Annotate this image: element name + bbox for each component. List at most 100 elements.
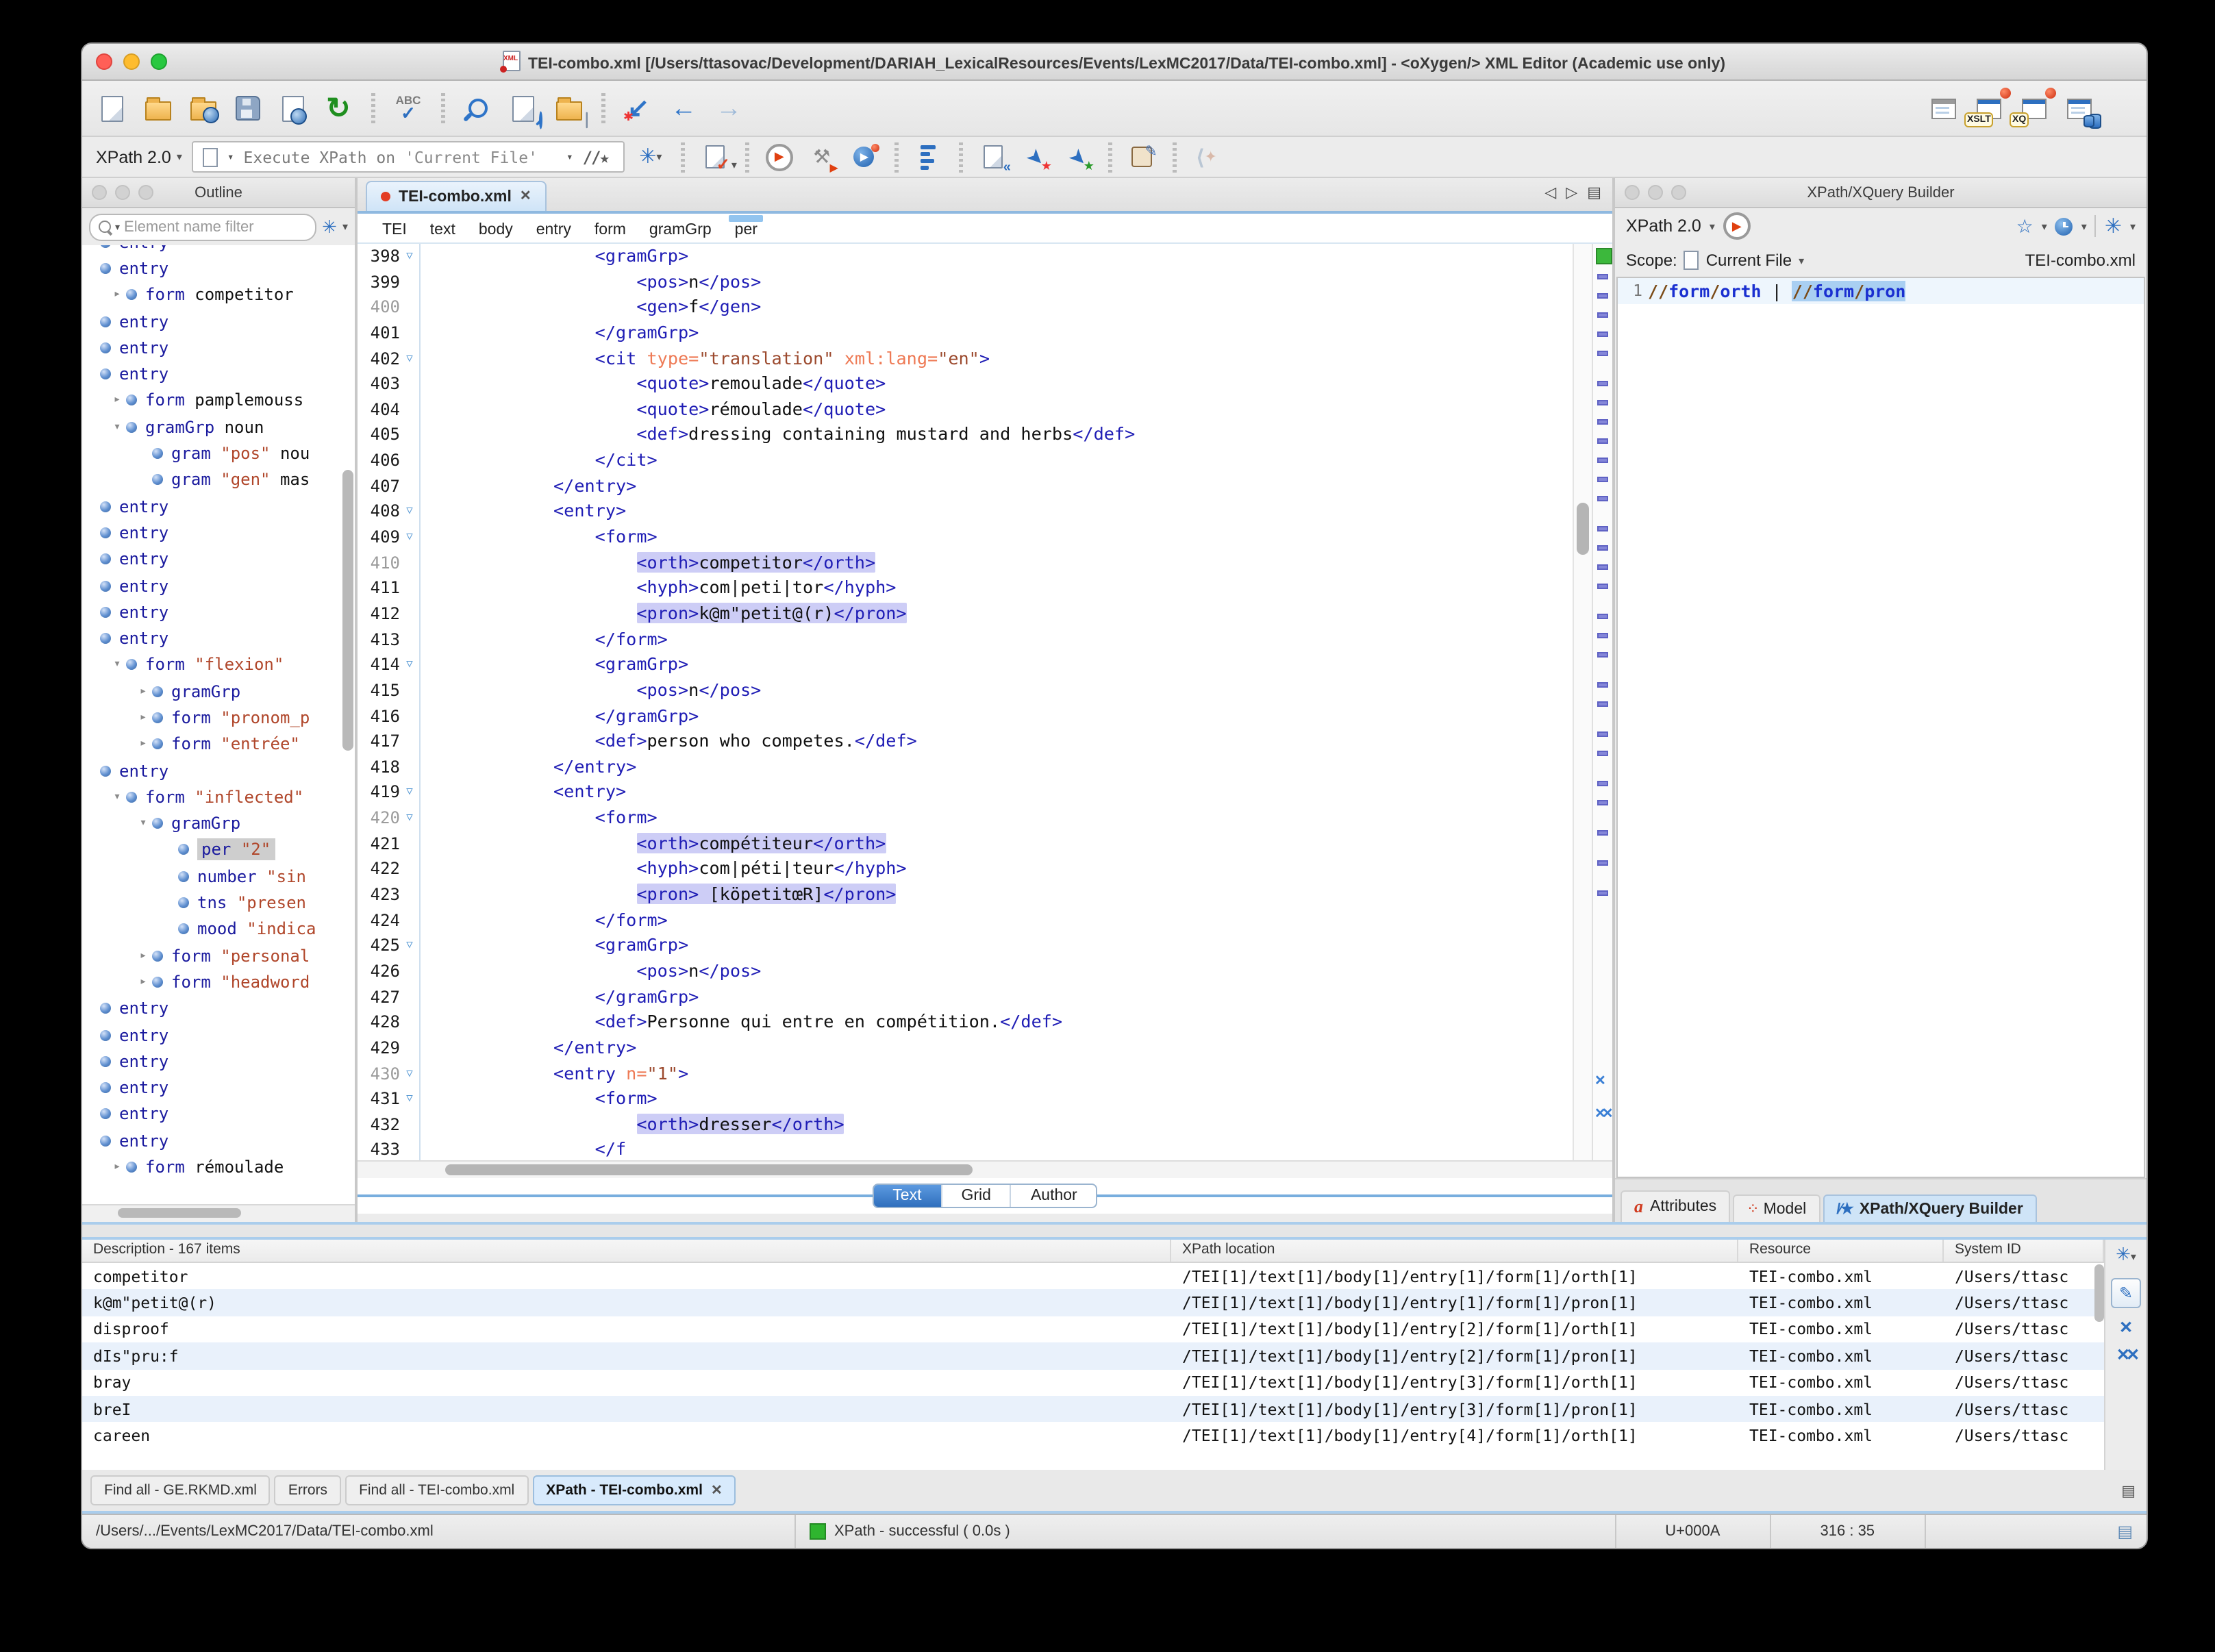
result-mark-icon[interactable] [1597, 633, 1608, 638]
code-line[interactable]: 416 </gramGrp> [358, 703, 1573, 729]
code-line[interactable]: 412 <pron>k@m"petit@(r)</pron> [358, 601, 1573, 627]
fold-icon[interactable]: ▽ [400, 346, 419, 371]
code-line[interactable]: 417 <def>person who competes.</def> [358, 729, 1573, 755]
outline-item[interactable]: entry [82, 334, 355, 361]
code-line[interactable]: 405 <def>dressing containing mustard and… [358, 422, 1573, 449]
database-perspective-button[interactable] [2063, 92, 2101, 129]
new-document-button[interactable] [96, 92, 129, 125]
apply-transformation-button[interactable]: ▶ [763, 140, 796, 173]
outline-item[interactable]: entry [82, 1022, 355, 1049]
reload-button[interactable]: ↻ [322, 92, 355, 125]
dock-tab-errors[interactable]: Errors [274, 1475, 342, 1505]
outline-item[interactable]: entry [82, 1127, 355, 1154]
result-mark-icon[interactable] [1597, 351, 1608, 356]
xpath-engine-select[interactable]: XPath 2.0 ▾ [96, 147, 182, 166]
outline-item[interactable]: entry [82, 520, 355, 547]
breadcrumb-item-TEI[interactable]: TEI [382, 218, 407, 238]
outline-item[interactable]: entry [82, 758, 355, 784]
result-row[interactable]: bray/TEI[1]/text[1]/body[1]/entry[3]/for… [82, 1369, 2104, 1396]
find-in-files-button[interactable] [507, 92, 542, 129]
fold-icon[interactable]: ▽ [400, 653, 419, 678]
outline-item[interactable]: ▸ form rémoulade [82, 1154, 355, 1181]
result-row[interactable]: competitor/TEI[1]/text[1]/body[1]/entry[… [82, 1263, 2104, 1290]
expander-icon[interactable]: ▾ [108, 790, 126, 804]
find-replace-button[interactable] [462, 92, 495, 125]
breadcrumb-item-text[interactable]: text [430, 218, 455, 238]
open-folder-button[interactable] [141, 92, 174, 125]
last-modification-button[interactable]: ↙ ✱ [622, 92, 655, 125]
scroll-tabs-right-button[interactable]: ▷ [1566, 184, 1577, 201]
result-mark-icon[interactable] [1597, 438, 1608, 444]
outline-item[interactable]: entry [82, 573, 355, 599]
debug-xslt-button[interactable]: XSLT [1964, 88, 2011, 127]
code-line[interactable]: 410 <orth>competitor</orth> [358, 550, 1573, 576]
code-line[interactable]: 418 </entry> [358, 754, 1573, 780]
validate-button[interactable]: ✓ ▾ [699, 140, 737, 173]
element-name-filter-input[interactable]: ▾ Element name filter [89, 213, 317, 240]
fold-icon[interactable]: ▽ [400, 1086, 419, 1112]
result-mark-icon[interactable] [1597, 331, 1608, 337]
outline-item[interactable]: per "2" [82, 837, 355, 864]
builder-engine-select[interactable]: XPath 2.0 [1626, 216, 1701, 236]
save-to-url-button[interactable] [277, 92, 310, 125]
xpath-expression-editor[interactable]: 1 //form/orth | //form/pron [1616, 277, 2145, 1178]
outline-item[interactable]: entry [82, 308, 355, 335]
fold-icon[interactable]: ▽ [400, 805, 419, 831]
horizontal-splitter[interactable] [82, 1222, 2147, 1240]
ruler-collapse-icon[interactable]: ✕✕ [1594, 1107, 1613, 1122]
configure-transformation-button[interactable]: ⚒ ▶ [805, 140, 838, 173]
result-mark-icon[interactable] [1597, 477, 1608, 482]
code-line[interactable]: 415 <pos>n</pos> [358, 677, 1573, 704]
status-console-icon[interactable]: ▤ [2103, 1515, 2147, 1548]
outline-item[interactable]: entry [82, 1075, 355, 1101]
outline-item[interactable]: ▸ form "pronom_p [82, 705, 355, 731]
back-button[interactable]: ← [667, 92, 700, 125]
fold-icon[interactable]: ▽ [400, 1061, 419, 1086]
outline-item[interactable]: entry [82, 1101, 355, 1128]
outline-item[interactable]: ▸ form "headword [82, 969, 355, 996]
outline-item[interactable]: ▸ form pamplemouss [82, 388, 355, 414]
code-line[interactable]: 400 <gen>f</gen> [358, 295, 1573, 321]
outline-item[interactable]: ▸ form competitor [82, 281, 355, 308]
result-mark-icon[interactable] [1597, 419, 1608, 425]
code-line[interactable]: 424 </form> [358, 908, 1573, 934]
code-line[interactable]: 425 ▽ <gramGrp> [358, 933, 1573, 959]
editor-tab[interactable]: TEI-combo.xml ✕ [366, 181, 547, 211]
ruler-close-icon[interactable]: ✕ [1594, 1075, 1606, 1089]
result-mark-icon[interactable] [1597, 381, 1608, 386]
execute-xpath-combo[interactable]: ▾ Execute XPath on 'Current File' ▾ /∕★ [191, 141, 625, 173]
fold-icon[interactable]: ▽ [400, 499, 419, 525]
xpath-settings-button[interactable]: ✳ ▾ [634, 140, 667, 173]
breadcrumb-item-gramGrp[interactable]: gramGrp [649, 218, 712, 238]
format-indent-button[interactable]: « [977, 140, 1011, 175]
previous-modification-button[interactable]: ➤ ★ [1062, 140, 1094, 173]
result-mark-icon[interactable] [1597, 545, 1608, 551]
code-line[interactable]: 402 ▽ <cit type="translation" xml:lang="e… [358, 346, 1573, 372]
code-line[interactable]: 422 <hyph>com|péti|teur</hyph> [358, 856, 1573, 883]
expander-icon[interactable]: ▸ [134, 975, 152, 989]
debug-transformation-button[interactable]: ▶ [848, 140, 881, 173]
outline-horizontal-scrollbar[interactable] [82, 1204, 355, 1222]
history-clock-icon[interactable] [2055, 217, 2073, 235]
code-line[interactable]: 401 </gramGrp> [358, 320, 1573, 347]
results-vertical-scrollbar[interactable] [2094, 1264, 2104, 1322]
panel-tab-xpath-xquery-builder[interactable]: /∕★ XPath/XQuery Builder [1823, 1194, 2037, 1222]
expander-icon[interactable]: ▾ [134, 816, 152, 830]
remove-result-button[interactable]: ✕ [2119, 1319, 2133, 1336]
result-mark-icon[interactable] [1597, 293, 1608, 299]
result-mark-icon[interactable] [1597, 652, 1608, 658]
outline-item[interactable]: gram "pos" nou [82, 440, 355, 467]
outline-item[interactable]: entry [82, 599, 355, 625]
result-row[interactable]: breI/TEI[1]/text[1]/body[1]/entry[3]/for… [82, 1395, 2104, 1423]
result-mark-icon[interactable] [1597, 701, 1608, 707]
fold-icon[interactable]: ▽ [400, 244, 419, 269]
code-line[interactable]: 429 </entry> [358, 1035, 1573, 1061]
outline-item[interactable]: entry [82, 546, 355, 573]
spell-check-button[interactable]: ABC ✓ [392, 92, 425, 125]
panel-tab-model[interactable]: ⁘ Model [1733, 1194, 1820, 1222]
outline-item[interactable]: entry [82, 995, 355, 1022]
dock-tab-find-all-tei-combo-xml[interactable]: Find all - TEI-combo.xml [345, 1475, 529, 1505]
expander-icon[interactable]: ▸ [108, 1160, 126, 1174]
result-mark-icon[interactable] [1597, 496, 1608, 501]
breadcrumb-item-form[interactable]: form [595, 218, 626, 238]
